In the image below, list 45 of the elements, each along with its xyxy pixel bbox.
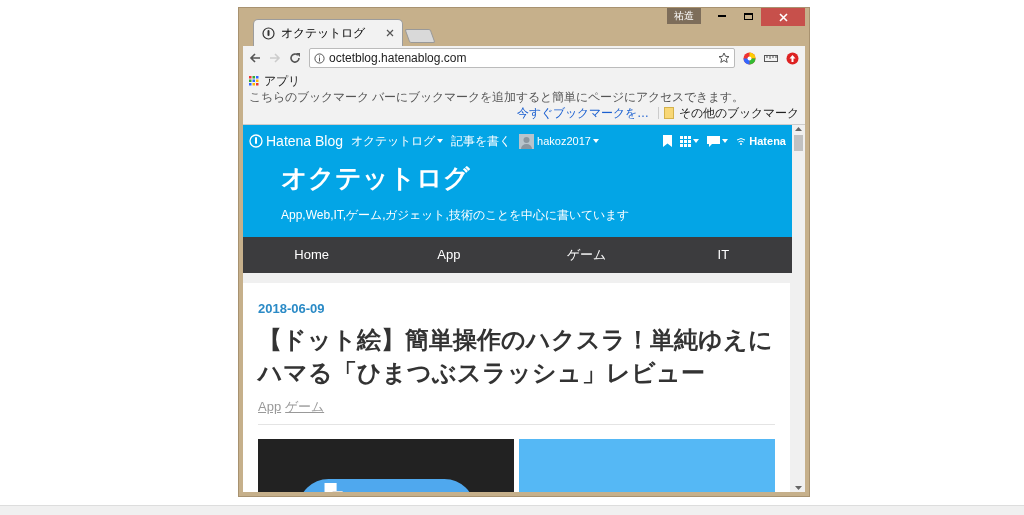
horizontal-scrollbar[interactable] [0, 505, 1024, 515]
tab-title: オクテットログ [281, 25, 366, 42]
bookmark-now-link[interactable]: 今すぐブックマークを… [517, 104, 649, 122]
close-icon[interactable] [386, 29, 394, 37]
bookmarks-hint: こちらのブックマーク バーにブックマークを追加すると簡単にページにアクセスできます。 [249, 90, 746, 104]
browser-tab[interactable]: オクテットログ [253, 19, 403, 46]
caret-icon [437, 139, 444, 143]
caret-icon [722, 139, 729, 143]
user-badge[interactable]: 祐造 [667, 8, 701, 24]
nav-link[interactable]: App [380, 237, 518, 273]
bookmark-icon[interactable] [663, 135, 673, 147]
caret-icon [693, 139, 700, 143]
apps-link[interactable]: アプリ [264, 72, 300, 90]
address-bar[interactable]: octetblog.hatenablog.com [309, 48, 735, 68]
avatar-icon [519, 133, 535, 149]
grid-icon[interactable] [680, 135, 692, 147]
blog-description: App,Web,IT,ゲーム,ガジェット,技術のことを中心に書いています [281, 207, 630, 224]
ruler-icon[interactable] [764, 53, 778, 63]
blog-logo-icon [262, 26, 275, 40]
article-date[interactable]: 2018-06-09 [258, 299, 775, 319]
upload-icon[interactable] [786, 51, 799, 65]
nav-link[interactable]: IT [654, 237, 792, 273]
folder-icon [664, 107, 674, 119]
other-bookmarks-link[interactable]: その他のブックマーク [679, 104, 799, 122]
color-wheel-icon[interactable] [743, 51, 756, 65]
category-link[interactable]: ゲーム [285, 396, 325, 416]
back-icon[interactable] [249, 52, 261, 64]
star-icon[interactable] [718, 52, 730, 64]
category-link[interactable]: App [258, 396, 282, 416]
scroll-up-icon[interactable] [795, 125, 802, 133]
article-title[interactable]: 【ドット絵】簡単操作のハクスラ！単純ゆえにハマる「ひまつぶスラッシュ」レビュー [258, 322, 775, 389]
scroll-down-icon[interactable] [795, 484, 802, 492]
reload-icon[interactable] [289, 52, 301, 64]
vertical-scrollbar[interactable] [792, 125, 805, 492]
scroll-thumb[interactable] [794, 135, 803, 151]
info-icon [314, 52, 325, 64]
caret-icon [592, 139, 599, 143]
close-icon [778, 12, 788, 22]
hatena-brand-icon [736, 137, 747, 145]
comment-icon[interactable] [707, 135, 721, 147]
hatena-logo-icon [249, 134, 263, 148]
url-text: octetblog.hatenablog.com [329, 50, 468, 67]
nav-link[interactable]: ゲーム [517, 237, 655, 273]
apps-icon[interactable] [249, 76, 259, 86]
nav-link[interactable]: Home [243, 237, 381, 273]
